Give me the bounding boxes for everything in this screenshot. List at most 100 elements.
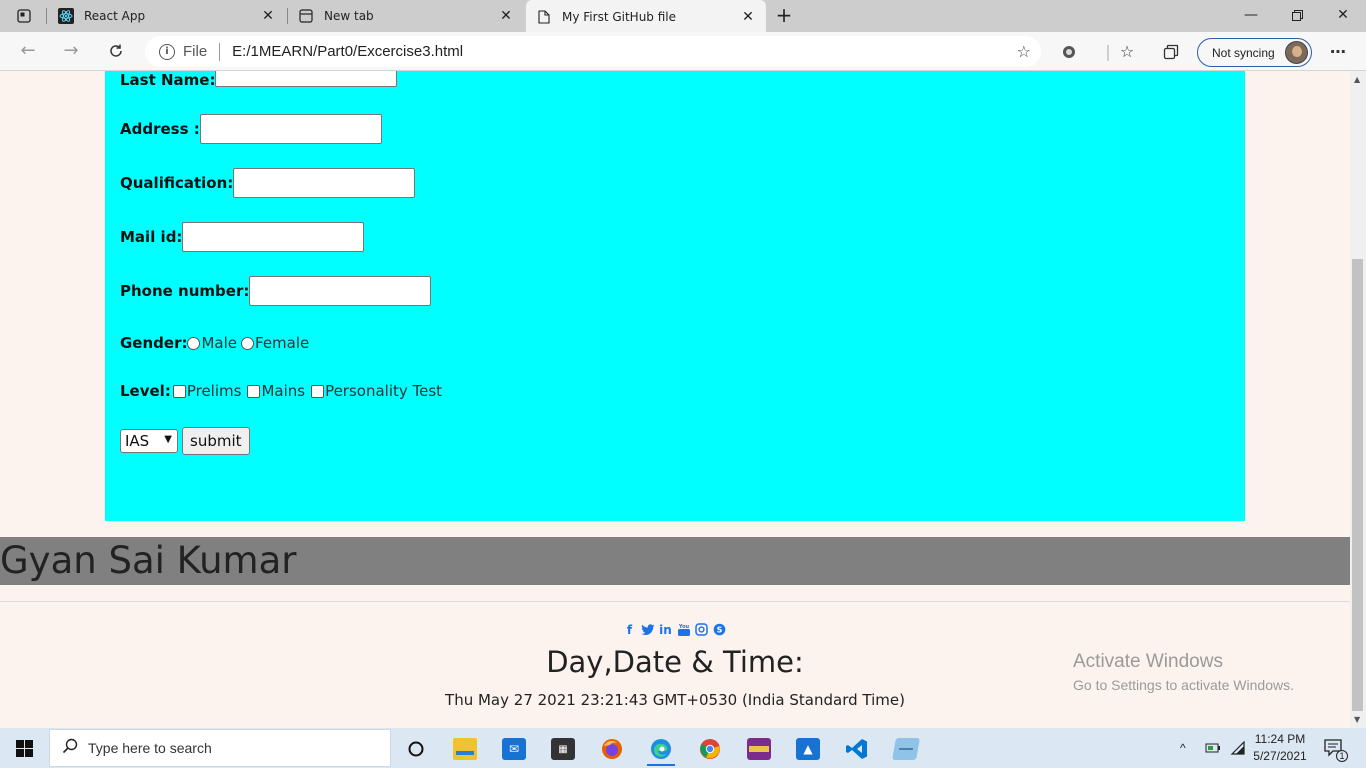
submit-button[interactable]: submit: [182, 427, 250, 455]
refresh-icon[interactable]: [103, 39, 129, 65]
tab-title: New tab: [324, 9, 374, 23]
linkedin-icon[interactable]: in: [658, 622, 673, 637]
phone-input[interactable]: [249, 276, 432, 306]
male-radio[interactable]: [187, 336, 201, 350]
last-name-input[interactable]: [215, 71, 398, 87]
mail-row: Mail id:: [120, 222, 365, 252]
forward-icon[interactable]: →: [58, 39, 84, 65]
divider: [219, 42, 221, 61]
info-icon[interactable]: i: [159, 43, 175, 60]
tab-new-tab[interactable]: New tab ✕: [288, 0, 524, 32]
collections-icon[interactable]: [1160, 41, 1182, 63]
favorites-icon[interactable]: ☆: [1116, 41, 1138, 63]
address-bar[interactable]: i File E:/1MEARN/Part0/Excercise3.html ☆: [145, 36, 1041, 67]
page-scrollbar[interactable]: ▲ ▼: [1350, 71, 1366, 728]
new-tab-button[interactable]: +: [772, 4, 796, 28]
extension-icon[interactable]: [1058, 41, 1080, 63]
mains-option-label: Mains: [261, 382, 306, 400]
close-icon[interactable]: ✕: [498, 8, 514, 24]
battery-icon[interactable]: [1205, 728, 1221, 768]
divider: [0, 601, 1350, 602]
close-window-button[interactable]: ✕: [1320, 0, 1366, 32]
show-hidden-icons[interactable]: ^: [1180, 728, 1186, 768]
back-icon[interactable]: ←: [15, 39, 41, 65]
svg-text:S: S: [717, 626, 723, 635]
registration-form: Last Name: Address : Qualification: Mail…: [105, 71, 1245, 521]
personality-test-option-label: Personality Test: [325, 382, 443, 400]
activate-windows-watermark: Activate Windows Go to Settings to activ…: [1073, 651, 1294, 693]
task-view-icon[interactable]: [396, 732, 436, 766]
female-radio[interactable]: [241, 336, 255, 350]
windows-logo-icon: [15, 739, 33, 757]
taskbar-clock[interactable]: 11:24 PM 5/27/2021: [1250, 731, 1310, 765]
svg-text:You: You: [677, 624, 689, 630]
notepad-icon[interactable]: [886, 732, 926, 766]
scroll-up-icon[interactable]: ▲: [1354, 75, 1360, 84]
winrar-icon[interactable]: [739, 732, 779, 766]
last-name-row: Last Name:: [120, 71, 398, 89]
windows-taskbar: Type here to search ✉ ▦ ▲ ^ 11:24 PM 5/2…: [0, 728, 1366, 768]
store-icon[interactable]: ▦: [543, 732, 583, 766]
qualification-input[interactable]: [233, 168, 416, 198]
name-banner: Gyan Sai Kumar: [0, 537, 1350, 585]
notification-count: 1: [1336, 750, 1348, 762]
submit-row: IAS ▼ submit: [120, 427, 250, 455]
level-row: Level: Prelims Mains Personality Test: [120, 382, 446, 400]
tab-my-first-github-file[interactable]: My First GitHub file ✕: [526, 0, 766, 33]
restore-button[interactable]: [1274, 0, 1320, 32]
taskbar-search[interactable]: Type here to search: [49, 729, 391, 767]
sync-status: Not syncing: [1212, 45, 1275, 60]
notifications-icon[interactable]: 1: [1324, 728, 1348, 768]
start-button[interactable]: [0, 728, 48, 768]
tab-actions-icon[interactable]: [8, 6, 40, 26]
male-option-label: Male: [201, 334, 238, 352]
last-name-label: Last Name:: [120, 71, 216, 89]
twitter-icon[interactable]: [640, 622, 655, 637]
mail-icon[interactable]: ✉: [494, 732, 534, 766]
add-favorite-icon[interactable]: ☆: [1017, 42, 1031, 61]
skype-icon[interactable]: S: [712, 622, 727, 637]
facebook-icon[interactable]: f: [622, 622, 637, 637]
social-links: f in You S: [622, 622, 727, 637]
exam-select-value: IAS: [125, 432, 150, 450]
tab-react-app[interactable]: React App ✕: [48, 0, 286, 32]
mains-checkbox[interactable]: [247, 384, 261, 398]
youtube-icon[interactable]: You: [676, 622, 691, 637]
react-icon: [58, 8, 74, 24]
qualification-label: Qualification:: [120, 174, 234, 192]
prelims-checkbox[interactable]: [172, 384, 186, 398]
url-text[interactable]: E:/1MEARN/Part0/Excercise3.html: [232, 43, 463, 60]
wifi-icon[interactable]: [1230, 728, 1246, 768]
close-icon[interactable]: ✕: [740, 9, 756, 25]
mail-input[interactable]: [182, 222, 365, 252]
datetime-value: Thu May 27 2021 23:21:43 GMT+0530 (India…: [445, 691, 905, 709]
address-label: Address :: [120, 120, 200, 138]
exam-select[interactable]: IAS ▼: [120, 429, 178, 453]
gender-row: Gender: Male Female: [120, 334, 313, 352]
photos-icon[interactable]: ▲: [788, 732, 828, 766]
level-label: Level:: [120, 382, 171, 400]
file-explorer-icon[interactable]: [445, 732, 485, 766]
chrome-icon[interactable]: [690, 732, 730, 766]
vscode-icon[interactable]: [837, 732, 877, 766]
profile-button[interactable]: Not syncing: [1197, 38, 1312, 67]
scroll-down-icon[interactable]: ▼: [1354, 715, 1360, 724]
address-input[interactable]: [199, 114, 382, 144]
url-scheme: File: [183, 43, 208, 60]
tab-title: My First GitHub file: [562, 9, 677, 24]
scrollbar-thumb[interactable]: [1352, 259, 1363, 711]
edge-icon[interactable]: [641, 732, 681, 766]
minimize-button[interactable]: —: [1228, 0, 1274, 32]
clock-time: 11:24 PM: [1254, 732, 1306, 746]
browser-toolbar: ← → i File E:/1MEARN/Part0/Excercise3.ht…: [0, 32, 1366, 71]
author-name: Gyan Sai Kumar: [0, 539, 297, 582]
newtab-icon: [298, 8, 314, 24]
personality-test-checkbox[interactable]: [311, 384, 325, 398]
address-row: Address :: [120, 114, 382, 144]
instagram-icon[interactable]: [694, 622, 709, 637]
close-icon[interactable]: ✕: [260, 8, 276, 24]
menu-icon[interactable]: ⋯: [1327, 41, 1349, 63]
firefox-icon[interactable]: [592, 732, 632, 766]
search-placeholder: Type here to search: [88, 740, 212, 756]
gender-label: Gender:: [120, 334, 188, 352]
